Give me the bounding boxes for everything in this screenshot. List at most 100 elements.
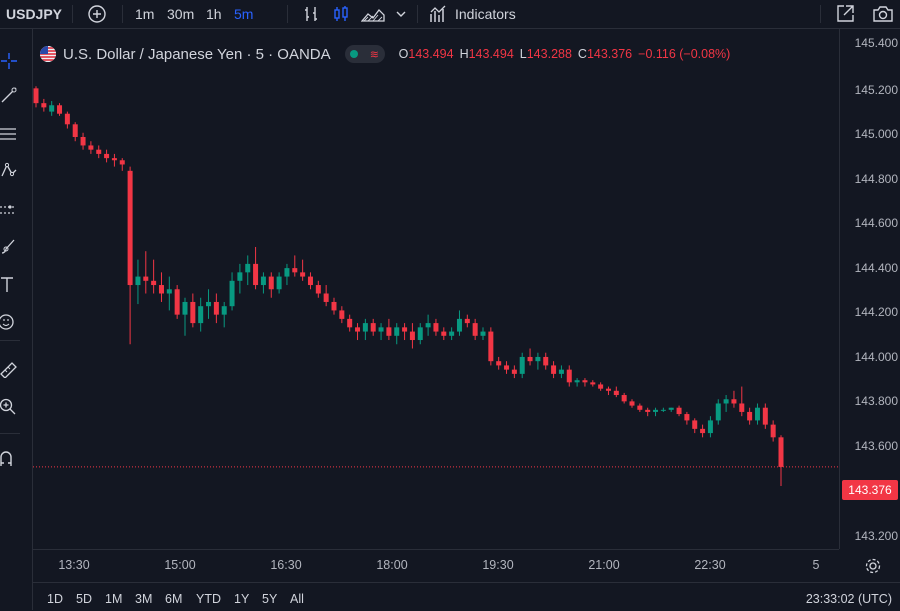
candle [535, 352, 541, 370]
fib-icon[interactable] [0, 122, 18, 146]
candle [778, 435, 784, 486]
candle [96, 145, 102, 159]
candle [551, 361, 557, 379]
candle [307, 272, 313, 290]
forecast-icon[interactable] [0, 198, 18, 222]
time-label: 22:30 [694, 558, 726, 572]
divider [72, 5, 73, 23]
time-label: 15:00 [164, 558, 196, 572]
candle [33, 86, 39, 108]
price-label: 143.200 [854, 529, 898, 543]
candle [464, 314, 470, 328]
snapshot-icon[interactable] [834, 3, 856, 25]
camera-icon[interactable] [872, 3, 894, 25]
settings-gear-icon[interactable] [864, 557, 882, 580]
time-label: 5 [812, 558, 820, 572]
symbol-search[interactable]: USDJPY [6, 4, 62, 24]
candle [394, 323, 400, 345]
candle [221, 301, 227, 328]
candle [143, 251, 149, 294]
drawing-toolbar [0, 29, 33, 610]
bar-style-icon[interactable] [300, 3, 322, 25]
candle [629, 399, 635, 408]
interval-1h[interactable]: 1h [206, 4, 222, 24]
indicators-button[interactable]: Indicators [455, 4, 516, 24]
range-1d[interactable]: 1D [47, 592, 63, 606]
magnet-icon[interactable] [0, 447, 18, 471]
candle [190, 293, 196, 328]
candle [355, 323, 361, 341]
candle [213, 293, 219, 324]
candle [488, 327, 494, 366]
range-all[interactable]: All [290, 592, 304, 606]
candle [339, 306, 345, 324]
interval-5m[interactable]: 5m [234, 4, 253, 24]
range-1m[interactable]: 1M [105, 592, 122, 606]
candle [409, 323, 415, 349]
price-label: 145.000 [854, 127, 898, 141]
time-label: 16:30 [270, 558, 302, 572]
candle [370, 318, 376, 336]
divider [122, 5, 123, 23]
indicators-icon[interactable] [428, 3, 450, 25]
candle [472, 318, 478, 341]
range-3m[interactable]: 3M [135, 592, 152, 606]
zoom-icon[interactable] [0, 395, 18, 419]
range-5y[interactable]: 5Y [262, 592, 277, 606]
candle [119, 158, 125, 171]
ruler-icon[interactable] [0, 357, 18, 381]
candle [504, 361, 510, 374]
candle-style-icon[interactable] [330, 3, 352, 25]
candle [80, 132, 86, 150]
candle [449, 327, 455, 341]
emoji-icon[interactable] [0, 310, 18, 334]
candle [49, 101, 55, 116]
candle [174, 285, 180, 319]
candle [206, 289, 212, 319]
candle [253, 246, 259, 290]
price-label: 144.000 [854, 350, 898, 364]
range-6m[interactable]: 6M [165, 592, 182, 606]
candle [284, 263, 290, 286]
candlestick-plot[interactable] [33, 29, 839, 549]
candle [425, 314, 431, 336]
interval-1m[interactable]: 1m [135, 4, 154, 24]
candle [433, 318, 439, 336]
range-ytd[interactable]: YTD [196, 592, 221, 606]
plus-circle-icon[interactable] [86, 3, 108, 25]
time-label: 13:30 [58, 558, 90, 572]
crosshair-icon[interactable] [0, 49, 18, 73]
range-5d[interactable]: 5D [76, 592, 92, 606]
chevron-down-icon[interactable] [390, 3, 412, 25]
candle [292, 255, 298, 277]
candle [574, 378, 580, 387]
text-icon[interactable] [0, 272, 18, 296]
price-axis[interactable] [839, 29, 900, 549]
candle [268, 272, 274, 298]
candle [245, 255, 251, 286]
clock[interactable]: 23:33:02 (UTC) [806, 592, 892, 606]
candle [331, 297, 337, 315]
candle [276, 272, 282, 294]
candle [645, 407, 651, 417]
price-label: 144.800 [854, 172, 898, 186]
candle [57, 103, 63, 116]
current-price-tag: 143.376 [842, 480, 898, 500]
interval-30m[interactable]: 30m [167, 4, 194, 24]
area-style-icon[interactable] [360, 3, 386, 25]
brush-icon[interactable] [0, 234, 18, 258]
candle [151, 259, 157, 294]
pattern-icon[interactable] [0, 159, 18, 183]
candle [347, 314, 353, 332]
time-label: 21:00 [588, 558, 620, 572]
candle [590, 380, 596, 387]
range-1y[interactable]: 1Y [234, 592, 249, 606]
candle [323, 285, 329, 307]
candle [605, 386, 611, 396]
price-label: 145.400 [854, 36, 898, 50]
candle [684, 411, 690, 425]
candle [519, 352, 525, 379]
candle [653, 407, 659, 417]
trendline-icon[interactable] [0, 83, 18, 107]
candle [598, 382, 604, 391]
